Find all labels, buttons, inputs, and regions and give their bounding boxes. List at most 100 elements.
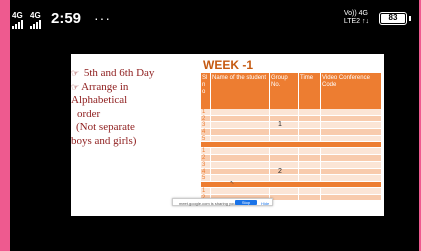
battery-tip <box>409 16 411 21</box>
row-number: 4 <box>201 129 211 135</box>
table-cell <box>321 122 381 128</box>
table-cell <box>270 161 299 168</box>
table-cell <box>211 122 270 129</box>
table-cell <box>321 195 381 201</box>
table-row: 2 <box>201 115 381 123</box>
table-cell <box>299 115 321 122</box>
table-cell <box>299 122 321 129</box>
table-cell <box>270 129 299 135</box>
table-cell <box>299 187 321 194</box>
table-cell <box>211 148 270 155</box>
table-cell <box>211 187 270 194</box>
table-cell <box>270 175 299 181</box>
table-cell <box>211 129 270 135</box>
group-number: 2 <box>270 168 299 174</box>
status-bar: 4G 4G 2:59 ··· Vo)) 4G LTE2 ↑↓ 83 <box>10 8 415 32</box>
row-number: 2 <box>201 155 211 161</box>
instructions-text: ☞ 5th and 6th Day ☞ Arrange in Alphabetic… <box>71 67 199 148</box>
table-cell <box>321 188 381 194</box>
table-row: 1 <box>201 187 381 195</box>
header-group: Group No. <box>270 73 299 109</box>
mouse-cursor-icon: ↖ <box>230 180 235 186</box>
table-cell <box>321 129 381 135</box>
table-row: 31 <box>201 122 381 130</box>
signal-icon: 4G <box>12 12 24 29</box>
table-cell <box>211 161 270 168</box>
table-cell <box>321 109 381 115</box>
table-cell <box>321 169 381 175</box>
more-notifications-icon: ··· <box>94 10 111 26</box>
table-cell <box>299 129 321 135</box>
group-number: 1 <box>270 122 299 128</box>
row-number: 3 <box>201 122 211 128</box>
table-cell <box>321 148 381 154</box>
table-cell <box>321 155 381 161</box>
row-number: 5 <box>201 135 211 142</box>
instruction-line: ☞ 5th and 6th Day <box>71 67 155 79</box>
table-cell <box>211 115 270 122</box>
header-video-code: Video Conference Code <box>322 75 370 88</box>
pointing-hand-icon: ☞ <box>71 81 80 92</box>
table-cell <box>321 116 381 122</box>
table-cell <box>299 175 321 181</box>
table-row: 1 <box>201 148 381 156</box>
signal-icon-2: 4G <box>30 12 42 29</box>
student-table: Sl n o Name of the student Group No. Tim… <box>201 73 381 202</box>
table-header: Sl n o Name of the student Group No. Tim… <box>201 73 381 109</box>
table-row: 1 <box>201 109 381 116</box>
table-cell <box>299 168 321 175</box>
table-cell <box>211 109 270 115</box>
table-row: 42 <box>201 168 381 176</box>
table-cell <box>299 161 321 168</box>
network-indicators: Vo)) 4G LTE2 ↑↓ <box>343 10 369 25</box>
table-cell <box>299 135 321 142</box>
table-cell <box>299 155 321 161</box>
table-cell <box>270 115 299 122</box>
row-number: 2 <box>201 115 211 122</box>
left-pink-edge <box>0 0 10 251</box>
instruction-line: order <box>77 107 101 120</box>
table-row: 3 <box>201 161 381 169</box>
header-name: Name of the student <box>211 73 270 109</box>
row-number: 1 <box>201 148 211 154</box>
slide-title: WEEK -1 <box>203 58 254 72</box>
battery-icon: 83 <box>379 12 407 25</box>
table-row: 5 <box>201 175 381 182</box>
instruction-line: Alphabetical <box>71 94 128 106</box>
instruction-line: (Not separate <box>76 121 135 133</box>
table-cell <box>321 175 381 181</box>
shared-slide: ☞ 5th and 6th Day ☞ Arrange in Alphabetic… <box>71 54 384 216</box>
table-cell <box>211 168 270 175</box>
table-cell <box>299 148 321 155</box>
instruction-line: boys and girls) <box>71 134 137 147</box>
hide-button[interactable]: Hide <box>261 201 269 206</box>
row-number: 1 <box>201 109 211 115</box>
table-cell <box>270 194 299 201</box>
table-cell <box>299 194 321 201</box>
stop-sharing-button[interactable]: Stop sharing <box>235 200 257 210</box>
pointing-hand-icon: ☞ <box>71 68 80 78</box>
table-cell <box>211 155 270 161</box>
instruction-line: ☞ Arrange in <box>71 80 129 93</box>
table-cell <box>270 109 299 115</box>
row-number: 5 <box>201 175 211 181</box>
table-cell <box>321 136 381 142</box>
row-number: 4 <box>201 168 211 174</box>
table-cell <box>211 175 270 181</box>
table-row: 5 <box>201 135 381 143</box>
header-sl-no: Sl n o <box>201 73 211 109</box>
table-cell <box>270 135 299 142</box>
screen-share-bar: meet.google.com is sharing your screen. … <box>172 198 273 210</box>
table-cell <box>211 135 270 142</box>
table-row: 2 <box>201 155 381 162</box>
table-cell <box>270 155 299 161</box>
clock: 2:59 <box>51 10 82 27</box>
table-row: 4 <box>201 129 381 136</box>
table-cell <box>299 109 321 115</box>
row-number: 3 <box>201 161 211 168</box>
table-body: 12314512342512 <box>201 109 381 202</box>
table-cell <box>270 187 299 194</box>
table-cell <box>270 148 299 155</box>
header-time: Time <box>299 73 321 109</box>
row-number: 1 <box>201 187 211 194</box>
